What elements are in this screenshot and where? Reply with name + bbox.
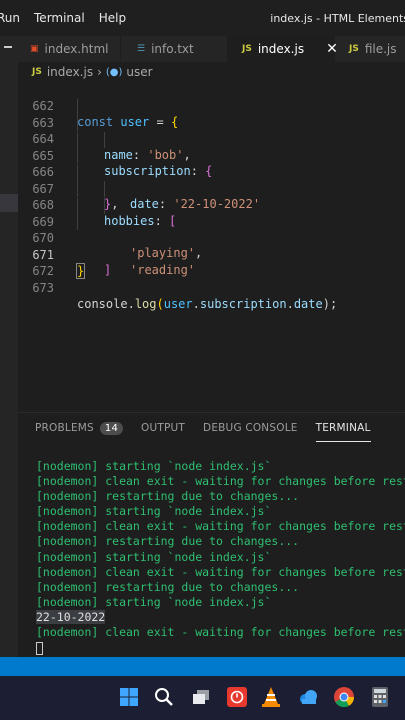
text-file-icon: ☰ [137, 44, 146, 54]
terminal-line: [nodemon] starting `node index.js` [36, 459, 272, 473]
window-title: index.js - HTML Elements [270, 12, 405, 25]
search-icon[interactable] [153, 686, 175, 708]
terminal-output-value: 22-10-2022 [36, 609, 106, 624]
line-number: 673 [32, 280, 54, 295]
code-line: 672 [18, 247, 405, 278]
javascript-icon: JS [349, 44, 359, 54]
menu-bar: Run Terminal Help index.js - HTML Elemen… [0, 0, 405, 36]
terminal-line: [nodemon] starting `node index.js` [36, 594, 272, 609]
anydesk-icon[interactable] [226, 686, 248, 708]
terminal-line: [nodemon] clean exit - waiting for chang… [36, 625, 405, 640]
terminal-cursor [36, 642, 43, 656]
tab-label: index.js [257, 42, 305, 56]
terminal-line: [nodemon] clean exit - waiting for chang… [36, 474, 405, 489]
terminal-line: [nodemon] restarting due to changes... [36, 489, 300, 504]
tab-label: info.txt [151, 42, 194, 56]
indent-guide [77, 164, 78, 181]
terminal-output[interactable]: [nodemon] starting `node index.js` [node… [18, 459, 405, 656]
tab-output[interactable]: OUTPUT [141, 413, 185, 443]
code-line: 670 ] [18, 214, 405, 277]
code-line: 669 'reading' [18, 197, 405, 277]
chevron-right-icon: › [97, 65, 102, 79]
taskbar [0, 676, 405, 720]
code-line: 666 }, [18, 148, 405, 211]
calculator-icon[interactable] [369, 686, 391, 708]
indent-guide [77, 98, 78, 115]
menu-terminal[interactable]: Terminal [34, 11, 85, 25]
activity-bar [0, 36, 18, 657]
code-editor[interactable]: 662 const user = { 663 name: 'bob', 664 … [18, 82, 405, 412]
indent-guide [77, 197, 78, 214]
breadcrumb: JS index.js › (●) user [18, 62, 405, 82]
code-line: 667 hobbies: [ [18, 164, 405, 228]
indent-guide [104, 197, 105, 214]
bottom-panel: PROBLEMS 14 OUTPUT DEBUG CONSOLE TERMINA… [18, 412, 405, 658]
chrome-icon[interactable] [333, 686, 355, 708]
menu-help[interactable]: Help [99, 11, 126, 25]
vlc-icon[interactable] [260, 686, 282, 708]
html5-icon: ▣ [30, 44, 39, 54]
cloud-app-icon[interactable] [297, 686, 319, 708]
indent-guide [77, 115, 78, 131]
terminal-line: [nodemon] starting `node index.js` [36, 549, 272, 564]
indent-guide [77, 148, 78, 164]
tab-problems[interactable]: PROBLEMS 14 [35, 413, 124, 443]
menu-run[interactable]: Run [0, 11, 20, 25]
variable-symbol-icon: (●) [105, 66, 123, 78]
breadcrumb-file[interactable]: index.js [47, 65, 93, 79]
indent-guide [77, 214, 78, 230]
terminal-line: [nodemon] clean exit - waiting for chang… [36, 564, 405, 579]
javascript-icon: JS [32, 67, 42, 77]
javascript-icon: JS [242, 44, 252, 54]
indent-guide [77, 181, 78, 197]
indent-guide [104, 131, 105, 148]
tab-label: file.js [364, 42, 397, 56]
terminal-line: [nodemon] starting `node index.js` [36, 504, 272, 519]
code-line-current: 671 } [18, 231, 405, 279]
tab-index-html[interactable]: ▣ index.html [18, 36, 121, 62]
windows-start-icon[interactable] [118, 686, 140, 708]
terminal-line: [nodemon] clean exit - waiting for chang… [36, 519, 405, 534]
indent-guide [104, 181, 105, 197]
code-line: 665 date: '22-10-2022' [18, 131, 405, 211]
code-line: 668 'playing', [18, 181, 405, 260]
activity-indicator [4, 46, 12, 48]
tab-terminal[interactable]: TERMINAL [315, 413, 371, 443]
tab-index-js[interactable]: JS index.js ✕ [228, 36, 338, 62]
breadcrumb-symbol[interactable]: user [126, 65, 152, 79]
editor-tabs: ▣ index.html ☰ info.txt JS index.js ✕ JS… [18, 36, 405, 62]
code-line: 663 name: 'bob', [18, 98, 405, 162]
explorer-selected-item[interactable] [0, 194, 18, 212]
tab-label: index.html [44, 42, 109, 56]
indent-guide [77, 131, 78, 148]
code-line: 664 subscription: { [18, 115, 405, 178]
terminal-line: [nodemon] restarting due to changes... [36, 534, 300, 549]
code-line: 662 const user = { [18, 82, 405, 129]
status-bar [0, 657, 405, 676]
task-view-icon[interactable] [190, 686, 212, 708]
tab-info-txt[interactable]: ☰ info.txt [121, 36, 228, 62]
terminal-line: [nodemon] restarting due to changes... [36, 579, 300, 594]
code-content: console.log(user.subscription.date); [77, 296, 338, 311]
code-line: 673 console.log(user.subscription.date); [18, 264, 405, 311]
problems-count-badge: 14 [99, 421, 124, 435]
tab-file-js[interactable]: JS file.js [335, 36, 405, 62]
panel-tabs: PROBLEMS 14 OUTPUT DEBUG CONSOLE TERMINA… [18, 413, 405, 443]
tab-debug-console[interactable]: DEBUG CONSOLE [203, 413, 298, 443]
